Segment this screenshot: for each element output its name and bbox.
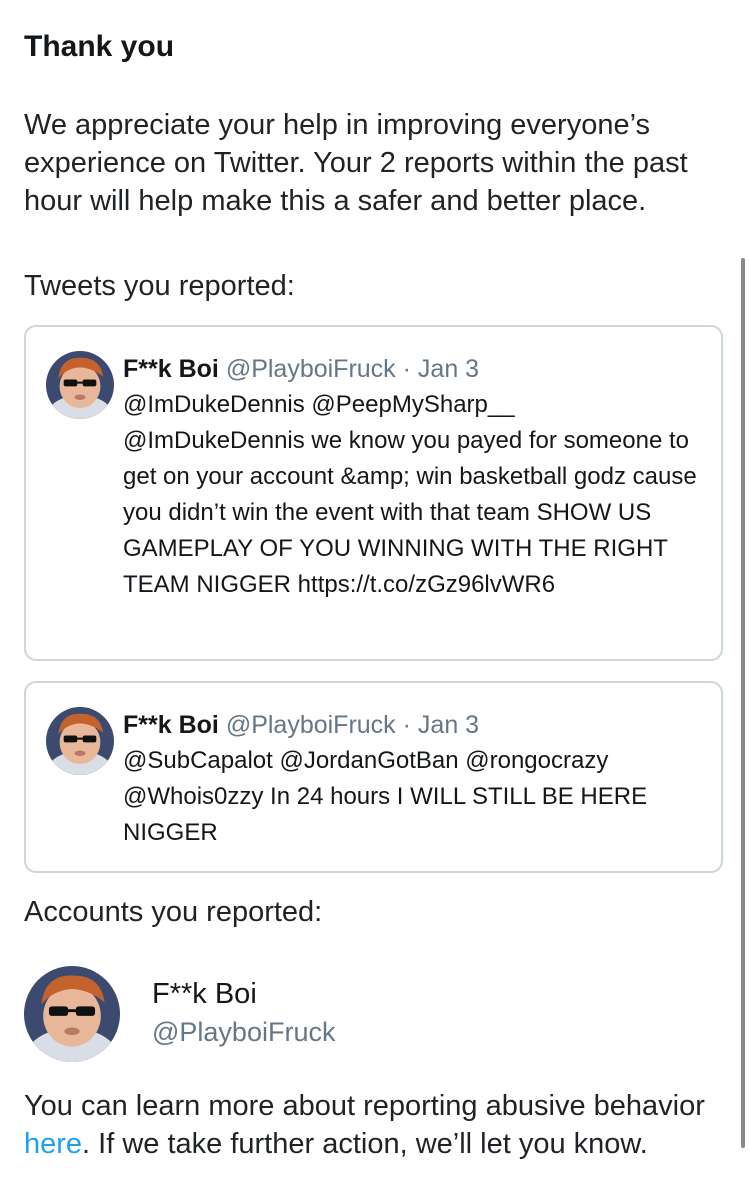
learn-more-link[interactable]: here	[24, 1128, 82, 1160]
intro-text: We appreciate your help in improving eve…	[24, 109, 688, 217]
account-handle: @PlayboiFruck	[152, 1017, 336, 1047]
tweet-text: @ImDukeDennis @PeepMySharp__ @ImDukeDenn…	[123, 391, 697, 598]
tweet-separator: ·	[402, 711, 411, 739]
accounts-reported-label: Accounts you reported:	[24, 896, 323, 928]
tweet-date: Jan 3	[417, 711, 480, 739]
page-title: Thank you	[24, 30, 175, 63]
tweet-text: @SubCapalot @JordanGotBan @rongocrazy @W…	[123, 747, 648, 846]
outro-text-after: . If we take further action, we’ll let y…	[82, 1128, 648, 1160]
tweet-separator: ·	[402, 355, 411, 383]
reported-tweet-card[interactable]: F**k Boi @PlayboiFruck · Jan 3 @ImDukeDe…	[24, 325, 723, 661]
tweets-reported-label: Tweets you reported:	[24, 270, 295, 302]
avatar-icon	[46, 351, 114, 419]
outro-text-before: You can learn more about reporting abusi…	[24, 1090, 705, 1122]
tweet-author-handle: @PlayboiFruck	[225, 711, 396, 739]
tweet-header: F**k Boi @PlayboiFruck · Jan 3	[123, 351, 699, 387]
tweet-body: F**k Boi @PlayboiFruck · Jan 3 @SubCapal…	[123, 707, 699, 851]
avatar-icon	[46, 707, 114, 775]
tweet-author-name: F**k Boi	[123, 355, 219, 383]
tweet-date: Jan 3	[417, 355, 480, 383]
scrollbar[interactable]	[741, 258, 745, 1148]
tweet-author-handle: @PlayboiFruck	[225, 355, 396, 383]
tweet-header: F**k Boi @PlayboiFruck · Jan 3	[123, 707, 699, 743]
report-confirmation-page: Thank you We appreciate your help in imp…	[0, 0, 749, 1190]
reported-tweet-card[interactable]: F**k Boi @PlayboiFruck · Jan 3 @SubCapal…	[24, 681, 723, 873]
tweet-body: F**k Boi @PlayboiFruck · Jan 3 @ImDukeDe…	[123, 351, 699, 603]
reported-account-row[interactable]: F**k Boi @PlayboiFruck	[24, 964, 624, 1064]
avatar-icon	[24, 966, 120, 1062]
tweet-author-name: F**k Boi	[123, 711, 219, 739]
account-name: F**k Boi	[152, 978, 257, 1010]
outro-text: You can learn more about reporting abusi…	[24, 1087, 724, 1163]
